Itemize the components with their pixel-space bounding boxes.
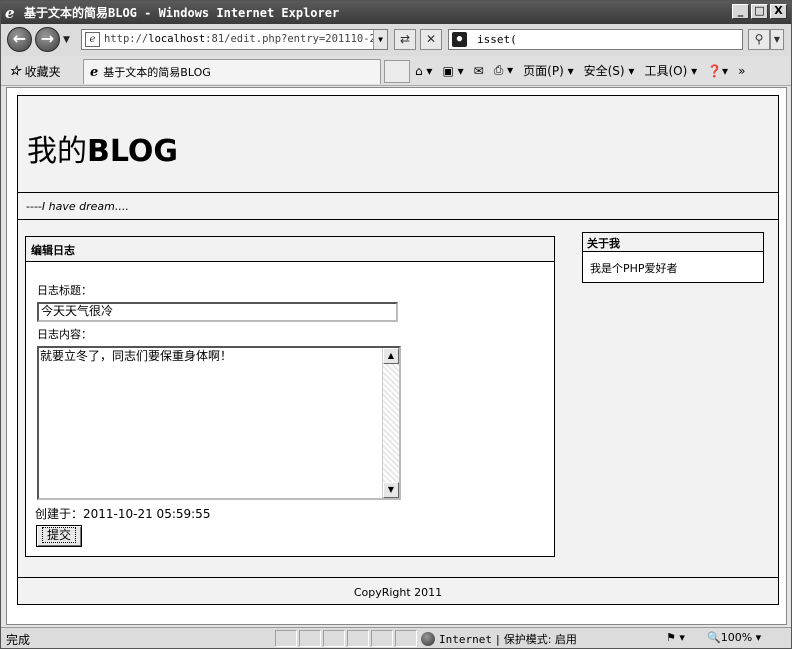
blog-title: 我的BLOG [27,134,179,169]
title-input[interactable]: 今天天气很冷 [37,302,398,322]
feeds-icon[interactable]: ▣ ▾ [442,64,463,78]
blog-header: 我的BLOG [18,96,778,193]
status-pane [371,630,393,647]
menu-tools[interactable]: 工具(O) ▾ [644,62,697,79]
status-bar: 完成 Internet | 保护模式: 启用 ⚑ ▾ 🔍100% ▾ [1,627,791,648]
edit-entry-heading: 编辑日志 [26,237,554,262]
add-ons-icon[interactable]: ⚑ ▾ [666,631,685,644]
blog-footer: CopyRight 2011 [18,577,778,604]
search-input[interactable]: ● isset( [448,29,743,50]
search-text: isset( [477,33,517,46]
mail-icon[interactable]: ✉ [474,64,484,78]
title-label: 日志标题： [37,284,92,297]
zoom-level: 100% [720,631,753,644]
page-icon: e [85,32,100,47]
status-pane [275,630,297,647]
menu-page[interactable]: 页面(P) ▾ [523,62,573,79]
search-options-icon[interactable]: ▼ [770,29,784,50]
title-bar: e 基于文本的简易BLOG - Windows Internet Explore… [1,1,791,24]
search-button[interactable]: ⚲ [748,29,770,50]
refresh-button[interactable]: ⇄ [394,29,416,50]
address-input[interactable]: e http://localhost:81/edit.php?entry=201… [81,29,388,50]
page-viewport: 我的BLOG ----I have dream.... 编辑日志 日志标题： 今… [6,87,787,625]
about-heading: 关于我 [583,233,763,252]
url-host: localhost [148,33,206,45]
security-zone[interactable]: Internet | 保护模式: 启用 [421,631,577,647]
about-body: 我是个PHP爱好者 [590,262,678,275]
created-time: 创建于：2011-10-21 05:59:55 [35,507,211,521]
more-chevron-icon[interactable]: » [738,64,745,78]
zone-label: Internet [439,632,492,646]
maximize-button[interactable]: □ [751,4,768,19]
command-bar: ⌂ ▾ ▣ ▾ ✉ ⎙ ▾ 页面(P) ▾ 安全(S) ▾ 工具(O) ▾ ❓▾… [415,62,745,79]
url-rest: :81/edit.php?entry=201110-21 [205,33,383,45]
page-icon: e [90,64,99,80]
back-button[interactable]: ← [7,27,32,52]
search-provider-icon: ● [452,32,467,47]
zoom-control[interactable]: 🔍100% ▾ [707,631,761,644]
status-text: 完成 [6,633,31,647]
zone-divider: | [495,632,500,646]
favorites-button[interactable]: ☆ 收藏夹 [9,63,61,80]
stop-button[interactable]: ✕ [420,29,442,50]
blog-motto: ----I have dream.... [18,193,778,220]
protected-mode-label: 保护模式: 启用 [503,633,577,646]
textarea-scrollbar[interactable]: ▲ ▼ [382,348,399,498]
address-toolbar: ← → ▼ e http://localhost:81/edit.php?ent… [1,24,791,56]
new-tab-button[interactable] [384,60,410,83]
home-icon[interactable]: ⌂ ▾ [415,64,432,78]
scroll-up-icon[interactable]: ▲ [383,348,399,364]
blog-page: 我的BLOG ----I have dream.... 编辑日志 日志标题： 今… [17,95,779,605]
favorites-bar: ☆ 收藏夹 e 基于文本的简易BLOG ⌂ ▾ ▣ ▾ ✉ ⎙ ▾ 页面(P) … [1,56,791,86]
help-icon[interactable]: ❓▾ [707,64,728,78]
content-textarea[interactable]: 就要立冬了，同志们要保重身体啊！ ▲ ▼ [37,346,401,500]
status-pane [323,630,345,647]
about-panel: 关于我 我是个PHP爱好者 [582,232,764,283]
browser-window: e 基于文本的简易BLOG - Windows Internet Explore… [0,0,792,649]
status-pane [347,630,369,647]
favorites-label: 收藏夹 [24,65,61,79]
window-controls: _ □ X [732,4,787,19]
forward-button[interactable]: → [35,27,60,52]
ie-logo-icon: e [5,3,15,22]
history-dropdown-icon[interactable]: ▼ [63,35,70,45]
submit-button[interactable]: 提交 [36,525,82,547]
submit-label: 提交 [41,527,76,543]
tab-current[interactable]: e 基于文本的简易BLOG [83,59,381,84]
minimize-button[interactable]: _ [732,4,749,19]
address-dropdown-icon[interactable]: ▼ [373,30,387,49]
scroll-down-icon[interactable]: ▼ [383,482,399,498]
globe-icon [421,632,435,646]
tab-label: 基于文本的简易BLOG [103,66,211,79]
url-prefix: http:// [104,33,149,45]
content-text: 就要立冬了，同志们要保重身体啊！ [40,349,233,363]
print-icon[interactable]: ⎙ ▾ [494,63,513,78]
close-button[interactable]: X [770,4,787,19]
edit-entry-panel: 编辑日志 日志标题： 今天天气很冷 日志内容： 就要立冬了，同志们要保重身体啊！… [25,236,555,557]
star-icon: ☆ [9,64,21,79]
window-title: 基于文本的简易BLOG - Windows Internet Explorer [24,6,340,20]
status-pane [299,630,321,647]
content-label: 日志内容： [37,328,92,341]
status-pane [395,630,417,647]
menu-safety[interactable]: 安全(S) ▾ [584,62,635,79]
